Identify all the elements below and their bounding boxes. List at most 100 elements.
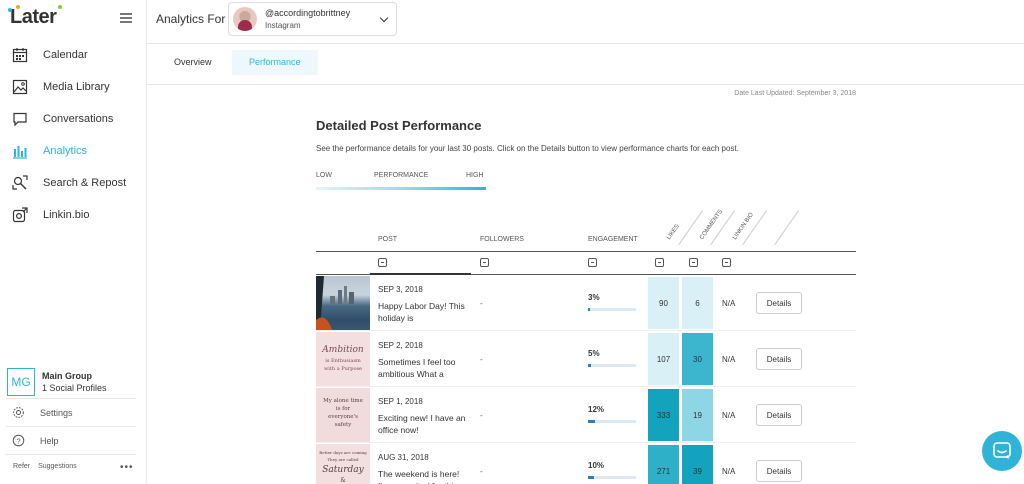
bar-chart-icon — [12, 143, 28, 159]
image-icon — [12, 79, 28, 95]
app-root: Later Calendar Media Library Conversatio… — [0, 0, 1024, 484]
header-divider — [678, 210, 703, 246]
linkinbio-value: N/A — [722, 467, 736, 476]
thumbnail-text: Ambition — [321, 345, 364, 355]
thumbnail-text: with a Purpose — [324, 366, 362, 372]
calendar-icon — [12, 47, 28, 63]
followers-value: - — [480, 355, 483, 364]
group-profiles-count: 1 Social Profiles — [42, 383, 107, 393]
engagement-bar — [588, 420, 636, 423]
settings-link[interactable]: Settings — [12, 406, 73, 419]
group-switcher[interactable]: MG Main Group 1 Social Profiles — [7, 368, 107, 396]
sort-toggle-icon[interactable] — [689, 258, 698, 267]
legend-performance: PERFORMANCE — [374, 172, 429, 179]
thumbnail-text: My alone time — [323, 398, 363, 404]
post-date: AUG 31, 2018 — [378, 453, 429, 462]
col-linkinbio[interactable]: LINKIN.BIO — [732, 212, 755, 241]
engagement-bar — [588, 364, 636, 367]
details-button[interactable]: Details — [756, 404, 802, 426]
thumbnail-text: is Enthusiasm — [325, 358, 361, 364]
sort-toggle-icon[interactable] — [588, 258, 597, 267]
comments-cell: 30 — [682, 333, 713, 385]
divider — [6, 454, 136, 455]
suggestions-link[interactable]: Suggestions — [38, 463, 77, 470]
sort-toggle-icon[interactable] — [480, 258, 489, 267]
group-avatar: MG — [7, 368, 35, 396]
sort-row — [316, 253, 856, 275]
col-post[interactable]: POST — [378, 236, 397, 243]
col-followers[interactable]: FOLLOWERS — [480, 236, 524, 243]
thumbnail-text: safety — [335, 422, 353, 428]
sidebar-item-label: Linkin.bio — [43, 209, 90, 221]
divider — [6, 398, 136, 399]
sort-toggle-icon[interactable] — [378, 258, 387, 267]
sidebar-footer: Refer Suggestions — [13, 463, 83, 470]
engagement-bar-fill — [588, 308, 590, 311]
post-date: SEP 1, 2018 — [378, 397, 423, 406]
svg-text:?: ? — [16, 436, 20, 445]
comments-cell: 39 — [682, 445, 713, 484]
post-caption: Exciting new! I have an office now! — [378, 413, 466, 435]
engagement-bar — [588, 476, 636, 479]
col-comments[interactable]: COMMENTS — [699, 209, 724, 241]
support-chat-button[interactable] — [982, 431, 1022, 471]
post-thumbnail[interactable]: Better days are coming They are called S… — [316, 444, 370, 484]
date-last-updated: Date Last Updated: September 3, 2018 — [734, 90, 856, 97]
legend-high: HIGH — [466, 172, 484, 179]
menu-icon[interactable] — [120, 13, 132, 23]
likes-cell: 107 — [648, 333, 679, 385]
post-caption: Sometimes I feel too ambitious What a — [378, 357, 456, 379]
post-date: SEP 2, 2018 — [378, 341, 423, 350]
sidebar-item-analytics[interactable]: Analytics — [0, 135, 146, 167]
sort-toggle-icon[interactable] — [655, 258, 664, 267]
tab-performance[interactable]: Performance — [232, 50, 318, 75]
linkinbio-value: N/A — [722, 299, 736, 308]
account-avatar — [233, 7, 257, 31]
link-icon — [12, 207, 28, 223]
chat-bubble-icon — [993, 442, 1011, 459]
engagement-bar-fill — [588, 476, 594, 479]
thumbnail-text: They are called — [327, 457, 359, 462]
sidebar-item-conversations[interactable]: Conversations — [0, 103, 146, 135]
sidebar-nav: Calendar Media Library Conversations Ana… — [0, 39, 146, 231]
chevron-down-icon — [379, 13, 389, 23]
thumbnail-text: Better days are coming — [319, 450, 367, 455]
post-caption: Happy Labor Day! This holiday is — [378, 301, 465, 323]
later-logo[interactable]: Later — [8, 5, 63, 29]
logo-dot — [8, 8, 12, 12]
sidebar-item-linkin-bio[interactable]: Linkin.bio — [0, 199, 146, 231]
header-divider — [774, 210, 799, 246]
col-engagement[interactable]: ENGAGEMENT — [588, 236, 638, 243]
details-button[interactable]: Details — [756, 292, 802, 314]
account-handle: @accordingtobrittney — [265, 8, 351, 18]
sidebar-item-label: Calendar — [43, 49, 88, 61]
post-thumbnail[interactable]: Ambition is Enthusiasm with a Purpose — [316, 332, 370, 386]
sidebar-item-label: Conversations — [43, 113, 114, 125]
sort-toggle-icon[interactable] — [722, 258, 731, 267]
post-thumbnail[interactable] — [316, 276, 370, 330]
sidebar-item-search-repost[interactable]: Search & Repost — [0, 167, 146, 199]
account-selector[interactable]: @accordingtobrittney Instagram — [228, 2, 397, 36]
engagement-value: 10% — [588, 461, 605, 470]
post-date: SEP 3, 2018 — [378, 285, 423, 294]
section-title: Detailed Post Performance — [316, 118, 482, 133]
col-likes[interactable]: LIKES — [666, 224, 681, 241]
more-icon[interactable]: ••• — [120, 462, 134, 473]
account-network: Instagram — [265, 21, 301, 30]
details-button[interactable]: Details — [756, 460, 802, 482]
linkinbio-value: N/A — [722, 411, 736, 420]
help-link[interactable]: ? Help — [12, 434, 59, 447]
logo-text: Later — [10, 6, 57, 28]
sidebar-item-calendar[interactable]: Calendar — [0, 39, 146, 71]
likes-cell: 90 — [648, 277, 679, 329]
engagement-bar-fill — [588, 364, 591, 367]
post-thumbnail[interactable]: My alone time is for everyone's safety — [316, 388, 370, 442]
linkinbio-value: N/A — [722, 355, 736, 364]
table-header: POST FOLLOWERS ENGAGEMENT LIKES COMMENTS… — [316, 195, 856, 252]
tab-overview[interactable]: Overview — [157, 50, 229, 75]
details-button[interactable]: Details — [756, 348, 802, 370]
refer-link[interactable]: Refer — [13, 463, 30, 470]
thumbnail-text: everyone's — [328, 414, 358, 420]
sidebar-item-media-library[interactable]: Media Library — [0, 71, 146, 103]
followers-value: - — [480, 467, 483, 476]
